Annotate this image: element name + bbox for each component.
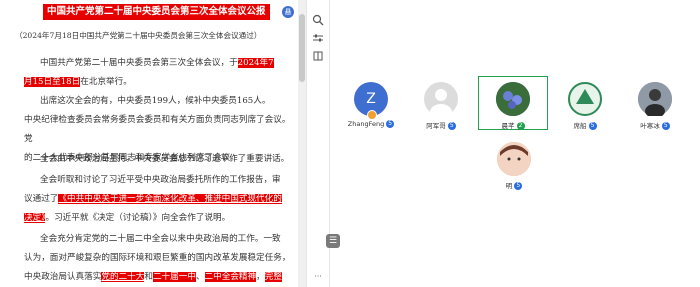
participant-5[interactable]: 明5 bbox=[486, 142, 542, 190]
paragraph-5: 全会充分肯定党的二十届二中全会以来中央政治局的工作。一致 认为，面对严峻复杂的国… bbox=[24, 234, 291, 282]
search-icon[interactable] bbox=[311, 14, 325, 28]
paragraph-4: 全会听取和讨论了习近平受中央政治局委托所作的工作报告，审 议通过了《中共中央关于… bbox=[24, 175, 282, 223]
speaking-icon bbox=[367, 110, 377, 120]
avatar bbox=[496, 82, 530, 116]
user-avatar[interactable]: 悬 bbox=[282, 6, 294, 18]
avatar bbox=[497, 142, 531, 176]
participants-panel: Z ZhangFeng 5 阿军哥 5 晨芊 2 席船 5 叶寒冰 5 明5 bbox=[340, 0, 700, 287]
document-scrollbar[interactable] bbox=[298, 0, 306, 287]
avatar bbox=[424, 82, 458, 120]
document-subtitle: （2024年7月18日中国共产党第二十届中央委员会第三次全体会议通过） bbox=[15, 31, 262, 40]
avatar bbox=[568, 82, 602, 116]
list-menu-button[interactable]: ☰ bbox=[326, 234, 340, 248]
paragraph-3: 全会由中央政治局主持。中央委员会总书记习近平作了重要讲话。 bbox=[40, 154, 290, 164]
book-icon[interactable] bbox=[311, 50, 325, 64]
avatar bbox=[638, 82, 672, 118]
participant-1[interactable]: 阿军哥 5 bbox=[413, 82, 469, 130]
paragraph-1: 中国共产党第二十届中央委员会第三次全体会议，于2024年7 月15日至18日在北… bbox=[24, 58, 274, 87]
avatar: Z bbox=[354, 82, 388, 120]
participant-3[interactable]: 席船 5 bbox=[557, 82, 613, 130]
document-panel: 中国共产党第二十届中央委员会第三次全体会议公报 悬 （2024年7月18日中国共… bbox=[0, 0, 300, 287]
document-title: 中国共产党第二十届中央委员会第三次全体会议公报 bbox=[43, 4, 270, 20]
more-icon[interactable]: ··· bbox=[311, 270, 325, 284]
participant-0[interactable]: Z ZhangFeng 5 bbox=[343, 82, 399, 128]
settings-sliders-icon[interactable] bbox=[311, 32, 325, 46]
participant-2[interactable]: 晨芊 2 bbox=[485, 82, 541, 130]
scrollbar-thumb[interactable] bbox=[299, 14, 305, 82]
participant-4[interactable]: 叶寒冰 5 bbox=[627, 82, 683, 130]
